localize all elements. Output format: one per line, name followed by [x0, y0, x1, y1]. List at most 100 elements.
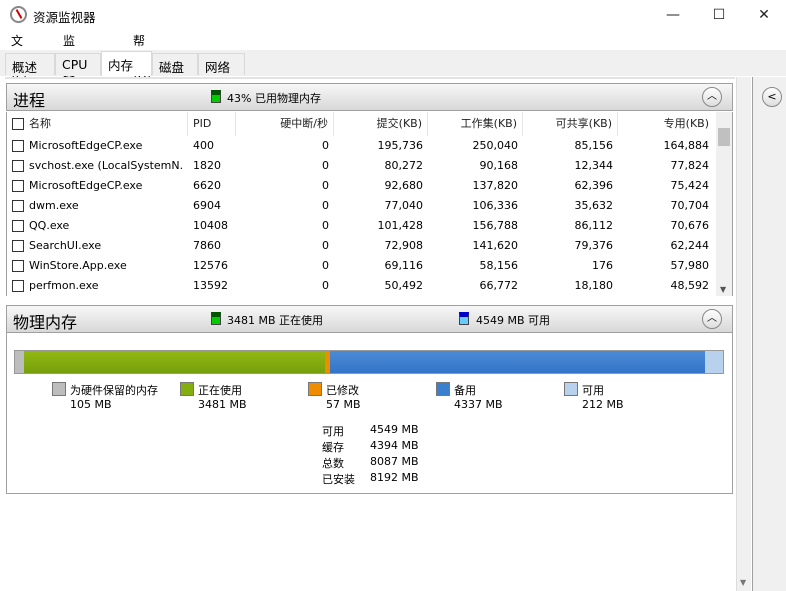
process-private: 70,676	[670, 219, 710, 232]
tab-network[interactable]: 网络	[198, 53, 245, 75]
bar-segment-reserved	[15, 351, 25, 373]
process-commit: 101,428	[377, 219, 424, 232]
stat-value: 8087 MB	[370, 455, 419, 468]
process-hard-faults: 0	[322, 199, 329, 212]
tab-disk[interactable]: 磁盘	[152, 53, 198, 75]
tab-bar: 概述 CPU 内存 磁盘 网络	[0, 50, 786, 76]
process-pid: 1820	[193, 159, 221, 172]
process-working-set: 250,040	[472, 139, 519, 152]
process-hard-faults: 0	[322, 279, 329, 292]
column-private[interactable]: 专用(KB)	[618, 112, 717, 136]
process-table-scrollbar[interactable]: ▼	[716, 112, 733, 296]
memory-usage-indicator-icon	[211, 90, 221, 103]
collapse-memory-button[interactable]: ︿	[702, 309, 722, 329]
process-checkbox[interactable]	[12, 240, 24, 252]
processes-title: 进程	[13, 91, 46, 110]
process-name: svchost.exe (LocalSystemN...	[29, 159, 184, 172]
process-checkbox[interactable]	[12, 280, 24, 292]
legend-swatch	[436, 382, 450, 396]
process-row[interactable]: MicrosoftEdgeCP.exe 6620 0 92,680 137,820 62,…	[7, 176, 717, 196]
process-commit: 195,736	[377, 139, 424, 152]
stat-label: 已安装	[322, 473, 355, 486]
process-checkbox[interactable]	[12, 260, 24, 272]
process-name: dwm.exe	[29, 199, 79, 212]
memory-stat: 已安装 8192 MB	[322, 471, 419, 487]
available-summary: 4549 MB 可用	[476, 314, 551, 327]
processes-panel-header[interactable]: 进程 43% 已用物理内存 ︿	[6, 83, 733, 111]
bar-segment-free	[704, 351, 723, 373]
process-pid: 400	[193, 139, 214, 152]
minimize-button[interactable]: —	[650, 0, 696, 30]
memory-stat: 总数 8087 MB	[322, 455, 419, 471]
legend-swatch	[52, 382, 66, 396]
process-working-set: 90,168	[479, 159, 519, 172]
column-shareable[interactable]: 可共享(KB)	[523, 112, 618, 136]
tab-memory[interactable]: 内存	[101, 51, 152, 76]
column-pid[interactable]: PID	[188, 112, 236, 136]
title-bar: 资源监视器 — ☐ ✕	[0, 0, 786, 30]
scroll-down-arrow-icon[interactable]: ▼	[720, 285, 726, 294]
process-checkbox[interactable]	[12, 160, 24, 172]
bar-segment-in-use	[24, 351, 325, 373]
process-private: 62,244	[670, 239, 710, 252]
expand-graph-pane-button[interactable]: <	[762, 87, 782, 107]
column-hard-faults[interactable]: 硬中断/秒	[236, 112, 334, 136]
process-name: SearchUI.exe	[29, 239, 102, 252]
tab-overview[interactable]: 概述	[5, 53, 55, 75]
column-name[interactable]: 名称	[7, 112, 188, 136]
process-row[interactable]: dwm.exe 6904 0 77,040 106,336 35,632 70,704	[7, 196, 717, 216]
legend-swatch	[180, 382, 194, 396]
process-working-set: 141,620	[472, 239, 519, 252]
process-name: perfmon.exe	[29, 279, 99, 292]
process-checkbox[interactable]	[12, 180, 24, 192]
process-shareable: 79,376	[574, 239, 614, 252]
process-private: 48,592	[670, 279, 710, 292]
process-commit: 77,040	[384, 199, 424, 212]
collapse-processes-button[interactable]: ︿	[702, 87, 722, 107]
process-pid: 7860	[193, 239, 221, 252]
tab-cpu[interactable]: CPU	[55, 53, 101, 75]
process-private: 75,424	[670, 179, 710, 192]
legend-value: 4337 MB	[454, 398, 503, 411]
process-commit: 92,680	[384, 179, 424, 192]
maximize-button[interactable]: ☐	[696, 0, 742, 30]
process-shareable: 35,632	[574, 199, 614, 212]
process-shareable: 86,112	[574, 219, 614, 232]
process-row[interactable]: svchost.exe (LocalSystemN... 1820 0 80,272 9…	[7, 156, 717, 176]
process-working-set: 66,772	[479, 279, 519, 292]
close-button[interactable]: ✕	[741, 0, 786, 30]
stat-label: 可用	[322, 425, 344, 438]
process-hard-faults: 0	[322, 179, 329, 192]
process-shareable: 18,180	[574, 279, 614, 292]
physical-memory-panel-header[interactable]: 物理内存 3481 MB 正在使用 4549 MB 可用 ︿	[6, 305, 733, 333]
legend-label: 已修改	[326, 384, 359, 397]
process-row[interactable]: QQ.exe 10408 0 101,428 156,788 86,112 70,676	[7, 216, 717, 236]
memory-stat: 可用 4549 MB	[322, 423, 419, 439]
process-private: 77,824	[670, 159, 710, 172]
process-commit: 50,492	[384, 279, 424, 292]
in-use-indicator-icon	[211, 312, 221, 325]
legend-swatch	[564, 382, 578, 396]
column-commit[interactable]: 提交(KB)	[334, 112, 428, 136]
process-commit: 80,272	[384, 159, 424, 172]
process-checkbox[interactable]	[12, 200, 24, 212]
legend-value: 57 MB	[326, 398, 361, 411]
process-pid: 6904	[193, 199, 221, 212]
process-row[interactable]: SearchUI.exe 7860 0 72,908 141,620 79,376 62,2…	[7, 236, 717, 256]
window-title: 资源监视器	[33, 10, 96, 25]
process-checkbox[interactable]	[12, 140, 24, 152]
process-name: MicrosoftEdgeCP.exe	[29, 139, 143, 152]
process-row[interactable]: WinStore.App.exe 12576 0 69,116 58,156 176 57,…	[7, 256, 717, 276]
column-working-set[interactable]: 工作集(KB)	[428, 112, 523, 136]
process-row[interactable]: perfmon.exe 13592 0 50,492 66,772 18,180 48,59…	[7, 276, 717, 296]
process-checkbox[interactable]	[12, 220, 24, 232]
scroll-down-arrow-icon[interactable]: ▼	[740, 578, 746, 587]
legend-label: 可用	[582, 384, 604, 397]
main-scrollbar[interactable]: ▼	[736, 77, 751, 591]
select-all-checkbox[interactable]	[12, 118, 24, 130]
process-private: 164,884	[663, 139, 710, 152]
scroll-thumb[interactable]	[718, 128, 730, 146]
process-pid: 10408	[193, 219, 228, 232]
process-hard-faults: 0	[322, 219, 329, 232]
process-row[interactable]: MicrosoftEdgeCP.exe 400 0 195,736 250,040 85,…	[7, 136, 717, 156]
